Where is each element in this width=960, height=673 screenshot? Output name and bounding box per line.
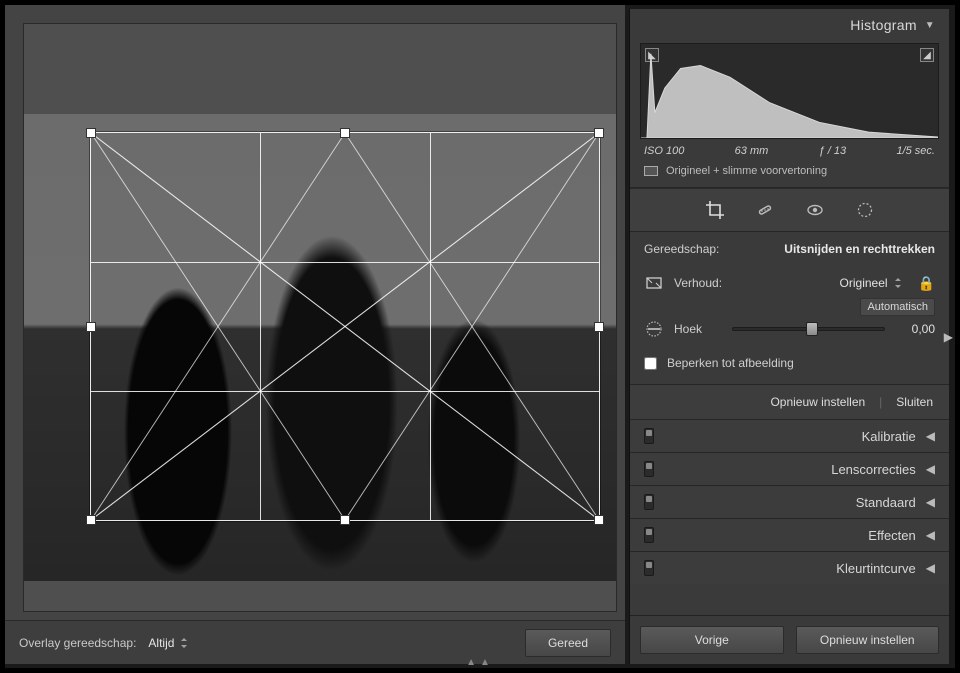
accordion-label: Kleurtintcurve: [836, 561, 915, 576]
panel-toggle[interactable]: [644, 560, 654, 576]
tool-label: Gereedschap:: [644, 242, 719, 256]
crop-handle-ne[interactable]: [594, 128, 604, 138]
histogram-panel-header[interactable]: Histogram ▼: [630, 9, 949, 39]
accordion-label: Kalibratie: [862, 429, 916, 444]
right-sidebar: Histogram ▼ ◣ ◢ ISO 100 63 mm ƒ / 13 1/5…: [629, 9, 949, 664]
exif-aperture: ƒ / 13: [819, 145, 847, 157]
aspect-row: Verhoud: Origineel 🔒: [630, 266, 949, 300]
accordion-label: Lenscorrecties: [831, 462, 916, 477]
exif-readout: ISO 100 63 mm ƒ / 13 1/5 sec.: [630, 139, 949, 161]
histogram-display[interactable]: ◣ ◢: [640, 43, 939, 139]
preview-mode-row[interactable]: Origineel + slimme voorvertoning: [630, 161, 949, 188]
updown-icon: [180, 638, 188, 648]
tool-strip: [630, 188, 949, 232]
crop-grid-overlay: [91, 133, 599, 520]
tool-panel-actions: Opnieuw instellen | Sluiten: [630, 384, 949, 419]
aspect-icon: [644, 274, 664, 292]
crop-rectangle[interactable]: [90, 132, 600, 521]
expand-filmstrip-arrow[interactable]: ▲▲: [466, 657, 494, 668]
crop-handle-s[interactable]: [340, 515, 350, 525]
workspace-area: [5, 5, 625, 620]
panel-toggle[interactable]: [644, 527, 654, 543]
crop-handle-se[interactable]: [594, 515, 604, 525]
radial-mask-tool-icon[interactable]: [854, 199, 876, 221]
chevron-left-icon: ◀: [926, 429, 935, 443]
aspect-value: Origineel: [840, 276, 888, 290]
constrain-checkbox[interactable]: [644, 357, 657, 370]
accordion-basic[interactable]: Standaard ◀: [630, 485, 949, 518]
panel-toggle[interactable]: [644, 428, 654, 444]
collapse-icon: ▼: [925, 20, 935, 31]
tool-reset-button[interactable]: Opnieuw instellen: [770, 395, 865, 409]
app-frame: Overlay gereedschap: Altijd Gereed Histo…: [4, 4, 956, 669]
updown-icon: [894, 278, 902, 288]
aspect-lock-icon[interactable]: 🔒: [918, 275, 935, 292]
histogram-title: Histogram: [850, 17, 917, 33]
crop-handle-e[interactable]: [594, 322, 604, 332]
sidebar-footer: Vorige Opnieuw instellen: [630, 615, 949, 664]
exif-focal: 63 mm: [735, 145, 769, 157]
accordion-label: Standaard: [856, 495, 916, 510]
tool-title-row: Gereedschap: Uitsnijden en rechttrekken: [630, 232, 949, 266]
accordion-effects[interactable]: Effecten ◀: [630, 518, 949, 551]
auto-angle-button[interactable]: Automatisch: [860, 298, 935, 316]
overlay-tool-label: Overlay gereedschap:: [19, 636, 136, 650]
angle-slider[interactable]: [732, 320, 885, 338]
chevron-left-icon: ◀: [926, 462, 935, 476]
crop-handle-n[interactable]: [340, 128, 350, 138]
crop-handle-nw[interactable]: [86, 128, 96, 138]
redeye-tool-icon[interactable]: [804, 199, 826, 221]
exif-shutter: 1/5 sec.: [896, 145, 935, 157]
heal-tool-icon[interactable]: [754, 199, 776, 221]
panel-toggle[interactable]: [644, 494, 654, 510]
crop-handle-w[interactable]: [86, 322, 96, 332]
frame-icon: [644, 166, 658, 176]
overlay-mode-popup[interactable]: Altijd: [148, 636, 188, 650]
angle-slider-thumb[interactable]: [806, 322, 818, 336]
previous-button[interactable]: Vorige: [640, 626, 784, 654]
exif-iso: ISO 100: [644, 145, 684, 157]
constrain-row[interactable]: Beperken tot afbeelding: [630, 346, 949, 384]
constrain-label: Beperken tot afbeelding: [667, 356, 794, 370]
crop-handle-sw[interactable]: [86, 515, 96, 525]
expand-right-panel-arrow[interactable]: ▶: [942, 326, 955, 348]
tool-close-button[interactable]: Sluiten: [896, 395, 933, 409]
accordion-tonecurve[interactable]: Kleurtintcurve ◀: [630, 551, 949, 584]
angle-label: Hoek: [674, 322, 722, 336]
angle-value[interactable]: 0,00: [895, 322, 935, 336]
chevron-left-icon: ◀: [926, 561, 935, 575]
workspace-canvas-wrap: [23, 23, 617, 612]
image-canvas[interactable]: [24, 114, 616, 581]
overlay-mode-value: Altijd: [148, 636, 174, 650]
crop-diagonals: [91, 133, 599, 520]
chevron-left-icon: ◀: [926, 528, 935, 542]
chevron-left-icon: ◀: [926, 495, 935, 509]
canvas-bottom-bar: Overlay gereedschap: Altijd Gereed: [5, 620, 625, 664]
histogram-curve: [641, 44, 938, 138]
tool-name: Uitsnijden en rechttrekken: [784, 242, 935, 256]
aspect-label: Verhoud:: [674, 276, 722, 290]
accordion-label: Effecten: [868, 528, 915, 543]
accordion-lenscorrections[interactable]: Lenscorrecties ◀: [630, 452, 949, 485]
preview-mode-label: Origineel + slimme voorvertoning: [666, 165, 827, 177]
panel-toggle[interactable]: [644, 461, 654, 477]
level-icon: [644, 320, 664, 338]
aspect-popup[interactable]: Origineel: [840, 276, 902, 290]
crop-tool-icon[interactable]: [704, 199, 726, 221]
accordion-calibration[interactable]: Kalibratie ◀: [630, 419, 949, 452]
done-button[interactable]: Gereed: [525, 629, 611, 657]
reset-all-button[interactable]: Opnieuw instellen: [796, 626, 940, 654]
